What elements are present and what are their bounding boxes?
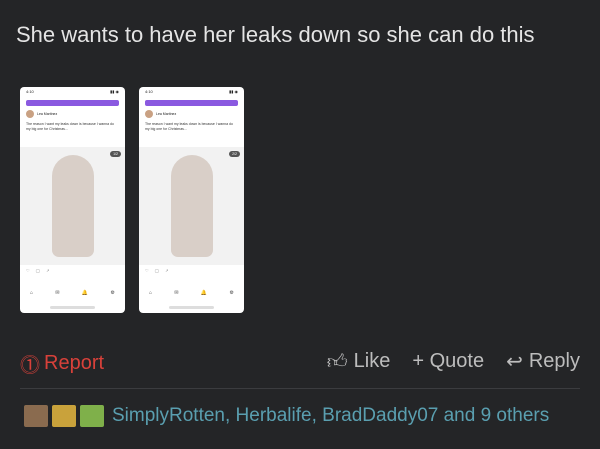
divider [20,388,580,389]
post-caption: The reason I want my leaks down is becau… [145,122,233,131]
image-counter: 2/2 [229,151,240,157]
reactions-list[interactable]: SimplyRotten, Herbalife, BradDaddy07 and… [112,405,549,427]
like-button[interactable]: 👍︎ Like [327,349,391,374]
avatar [26,110,34,118]
tab-bar: ⌂ ✉ 🔔 ⚙ [30,290,115,296]
avatar [145,110,153,118]
phone-status-bar: 4:10 ▮▮ ◉ [26,89,119,94]
reply-arrow-icon: ↩ [506,351,523,373]
reaction-avatar [52,405,76,427]
thumbs-up-icon: 👍︎ [326,350,348,373]
media-placeholder: 1/2 [20,147,125,265]
report-button[interactable]: ⓵ Report [20,349,104,378]
post-caption: The reason I want my leaks down is becau… [26,122,114,131]
reactions-row[interactable]: SimplyRotten, Herbalife, BradDaddy07 and… [24,405,549,427]
tab-bar: ⌂ ✉ 🔔 ⚙ [149,290,234,296]
attachment-thumbnail-1[interactable]: 4:10 ▮▮ ◉ Lea Martinez The reason I want … [20,87,125,313]
quote-button[interactable]: + Quote [412,349,484,374]
post-author: Lea Martinez [26,110,119,118]
url-bar [169,306,214,309]
reaction-avatar [80,405,104,427]
post-actions: ♡ ◯ ↗ [145,268,169,273]
url-bar [50,306,95,309]
attachment-thumbnail-2[interactable]: 4:10 ▮▮ ◉ Lea Martinez The reason I want … [139,87,244,313]
post-author: Lea Martinez [145,110,238,118]
app-banner [26,100,119,106]
post-actions: ♡ ◯ ↗ [26,268,50,273]
post-text: She wants to have her leaks down so she … [16,22,535,47]
image-counter: 1/2 [110,151,121,157]
media-placeholder: 2/2 [139,147,244,265]
post-action-bar: ⓵ Report 👍︎ Like + Quote ↩ Reply [20,345,580,377]
reaction-avatar [24,405,48,427]
app-banner [145,100,238,106]
phone-status-bar: 4:10 ▮▮ ◉ [145,89,238,94]
warning-icon: ⓵ [20,355,40,377]
reply-button[interactable]: ↩ Reply [506,349,580,374]
